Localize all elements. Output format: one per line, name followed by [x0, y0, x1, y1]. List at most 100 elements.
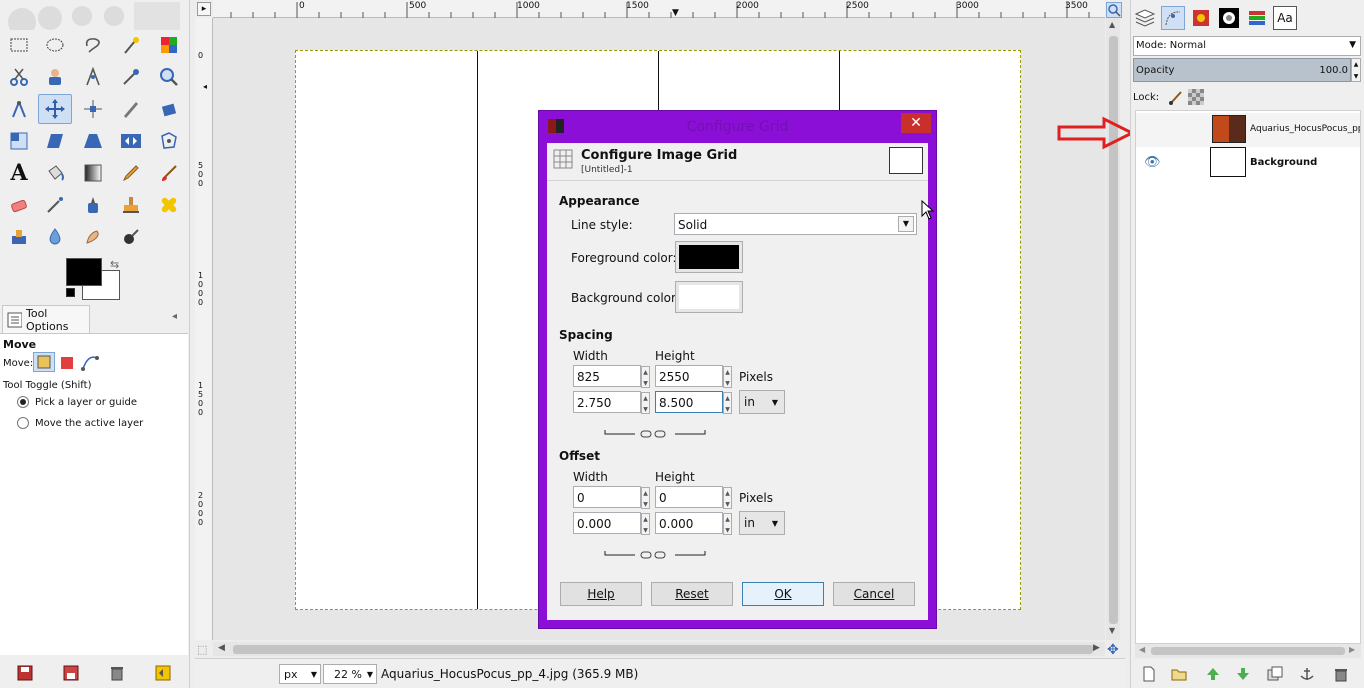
radio-pick-layer[interactable] [17, 396, 29, 408]
color-picker-tool[interactable] [114, 62, 148, 92]
cancel-button[interactable]: Cancel [833, 582, 915, 606]
scroll-thumb[interactable] [1151, 647, 1345, 655]
move-selection-toggle[interactable] [58, 354, 76, 372]
new-layer-group-icon[interactable] [1171, 666, 1187, 682]
delete-preset-icon[interactable] [108, 664, 126, 682]
ink-tool[interactable] [76, 190, 110, 220]
reset-button[interactable]: Reset [651, 582, 733, 606]
option-move-active-layer[interactable]: Move the active layer [17, 417, 143, 429]
option-pick-layer[interactable]: Pick a layer or guide [17, 396, 137, 408]
tab-undo[interactable] [1189, 6, 1213, 30]
align-tool[interactable] [76, 94, 110, 124]
scroll-down-icon[interactable]: ▼ [1109, 626, 1115, 635]
foreground-color-swatch[interactable] [66, 258, 102, 286]
heal-tool[interactable] [152, 190, 186, 220]
text-tool[interactable]: A [2, 158, 36, 188]
scroll-right-icon[interactable]: ▶ [1093, 643, 1100, 653]
fg-bg-color-selector[interactable]: ⇆ [64, 256, 124, 302]
zoom-selector[interactable]: 22 % ▼ [323, 664, 377, 684]
close-button[interactable]: ✕ [901, 113, 931, 133]
help-button[interactable]: Help [560, 582, 642, 606]
scroll-right-icon[interactable]: ▶ [1349, 645, 1355, 654]
tab-tool-options[interactable]: Tool Options [2, 305, 90, 333]
free-select-tool[interactable] [76, 30, 110, 60]
move-tool[interactable] [38, 94, 72, 124]
smudge-tool[interactable] [76, 222, 110, 252]
spin-arrows-icon[interactable]: ▲ ▼ [641, 366, 650, 388]
quick-mask-toggle[interactable]: ⬚ [197, 643, 207, 656]
crop-tool[interactable] [114, 94, 148, 124]
duplicate-layer-icon[interactable] [1267, 666, 1283, 682]
save-preset-icon[interactable] [16, 664, 34, 682]
spin-arrows-icon[interactable]: ▲ ▼ [723, 513, 732, 535]
select-by-color-tool[interactable] [152, 30, 186, 60]
scroll-up-icon[interactable]: ▲ [1109, 20, 1115, 29]
restore-preset-icon[interactable] [62, 664, 80, 682]
vertical-scrollbar[interactable]: ▲ ▼ [1106, 18, 1120, 640]
vertical-ruler[interactable]: 0 5 0 0 1 0 0 0 1 5 0 0 2 0 0 0 ◂ [195, 18, 213, 640]
scroll-left-icon[interactable]: ◀ [218, 643, 225, 653]
spin-arrows-icon[interactable]: ▲ ▼ [723, 366, 732, 388]
eraser-tool[interactable] [2, 190, 36, 220]
opacity-slider[interactable]: Opacity 100.0 [1133, 58, 1351, 82]
opacity-spin-icon[interactable]: ▲ ▼ [1351, 58, 1361, 82]
offset-height-in-input[interactable]: 0.000 ▲ ▼ [655, 512, 732, 535]
tab-channels[interactable] [1245, 6, 1269, 30]
raise-layer-icon[interactable] [1205, 666, 1221, 682]
clone-tool[interactable] [114, 190, 148, 220]
layer-row-background[interactable]: 👁 Background [1136, 147, 1360, 181]
fg-color-button[interactable] [675, 241, 743, 273]
spacing-width-in-input[interactable]: 2.750 ▲ ▼ [573, 391, 650, 414]
paintbrush-tool[interactable] [152, 158, 186, 188]
layer-mode-select[interactable]: Mode: Normal ▼ [1133, 36, 1361, 56]
new-layer-icon[interactable] [1141, 666, 1157, 682]
spacing-chain-link-icon[interactable] [603, 428, 707, 442]
spacing-height-in-input[interactable]: 8.500 ▲ ▼ [655, 391, 732, 414]
offset-unit-select[interactable]: in ▼ [739, 511, 785, 535]
image-menu-button[interactable]: ▸ [197, 2, 211, 16]
move-layer-toggle[interactable] [33, 352, 55, 372]
airbrush-tool[interactable] [38, 190, 72, 220]
reset-options-icon[interactable] [154, 664, 172, 682]
scissors-select-tool[interactable] [2, 62, 36, 92]
dodge-burn-tool[interactable] [114, 222, 148, 252]
horizontal-scrollbar[interactable]: ◀ ▶ [213, 642, 1105, 656]
tab-layers[interactable] [1133, 6, 1157, 30]
bg-color-button[interactable] [675, 281, 743, 313]
zoom-fit-button[interactable] [1106, 2, 1122, 18]
flip-tool[interactable] [114, 126, 148, 156]
lock-pixels-brush-icon[interactable] [1167, 88, 1185, 106]
offset-width-px-input[interactable]: 0 ▲ ▼ [573, 486, 650, 509]
eye-visibility-icon[interactable]: 👁 [1144, 155, 1161, 170]
scale-tool[interactable] [2, 126, 36, 156]
horizontal-scroll-thumb[interactable] [233, 645, 1093, 654]
measure-tool[interactable] [2, 94, 36, 124]
bucket-fill-tool[interactable] [38, 158, 72, 188]
radio-move-active[interactable] [17, 417, 29, 429]
perspective-clone-tool[interactable] [2, 222, 36, 252]
spin-arrows-icon[interactable]: ▲ ▼ [723, 392, 732, 414]
rotate-tool[interactable] [152, 94, 186, 124]
offset-height-px-input[interactable]: 0 ▲ ▼ [655, 486, 732, 509]
ellipse-select-tool[interactable] [38, 30, 72, 60]
move-path-toggle[interactable] [80, 352, 100, 372]
tab-paths[interactable] [1161, 6, 1185, 30]
tab-brushes[interactable] [1217, 6, 1241, 30]
tab-fonts[interactable]: Aa [1273, 6, 1297, 30]
panel-menu-icon[interactable]: ◂ [172, 311, 177, 322]
blur-tool[interactable] [38, 222, 72, 252]
layer-row-aquarius[interactable]: Aquarius_HocusPocus_pp [1136, 113, 1360, 147]
offset-chain-link-icon[interactable] [603, 549, 707, 563]
zoom-tool[interactable] [152, 62, 186, 92]
blend-tool[interactable] [76, 158, 110, 188]
navigate-icon[interactable]: ✥ [1107, 642, 1119, 658]
fuzzy-select-tool[interactable] [114, 30, 148, 60]
spin-arrows-icon[interactable]: ▲ ▼ [723, 487, 732, 509]
chevron-down-icon[interactable]: ▼ [898, 216, 914, 232]
delete-layer-icon[interactable] [1333, 666, 1349, 682]
unit-selector[interactable]: px ▼ [279, 664, 321, 684]
spacing-height-px-input[interactable]: 2550 ▲ ▼ [655, 365, 732, 388]
perspective-tool[interactable] [76, 126, 110, 156]
lock-alpha-checker-icon[interactable] [1187, 88, 1205, 106]
spacing-width-px-input[interactable]: 825 ▲ ▼ [573, 365, 650, 388]
